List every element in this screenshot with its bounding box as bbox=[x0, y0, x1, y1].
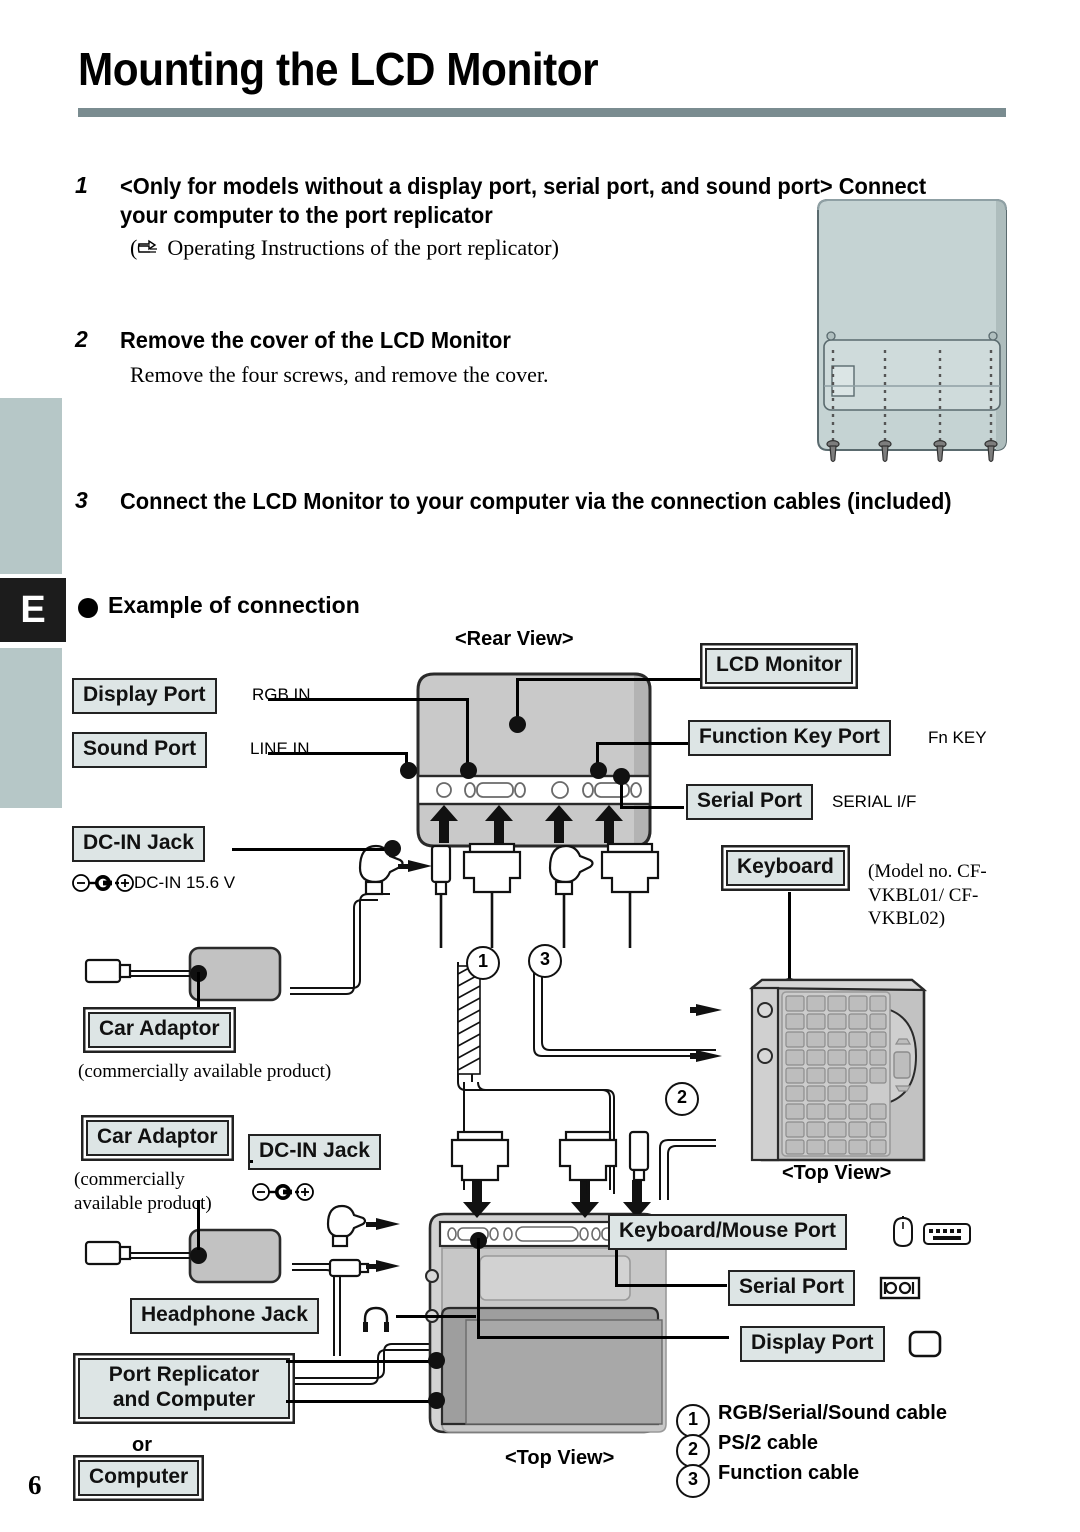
dot-serial-port bbox=[613, 768, 630, 785]
leader-car-adaptor-2b bbox=[197, 1200, 200, 1203]
example-of-connection-heading: Example of connection bbox=[108, 592, 360, 618]
connection-diagram: <Rear View> <Top View> <Top View> Displa… bbox=[0, 620, 1080, 1532]
dot-dc-in bbox=[384, 840, 401, 857]
serial-port-icon bbox=[879, 1276, 921, 1300]
page-number: 6 bbox=[28, 1470, 42, 1500]
label-or: or bbox=[132, 1434, 152, 1456]
label-dc-in-jack-bottom[interactable]: DC-IN Jack bbox=[248, 1134, 381, 1170]
legend-text-2: PS/2 cable bbox=[718, 1432, 819, 1454]
label-headphone-jack[interactable]: Headphone Jack bbox=[130, 1298, 319, 1334]
label-lcd-monitor[interactable]: LCD Monitor bbox=[705, 648, 853, 684]
car-adaptor-2-illustration bbox=[84, 1228, 282, 1284]
legend-text-1: RGB/Serial/Sound cable bbox=[718, 1402, 947, 1424]
annotation-commercially-1: (commercially available product) bbox=[78, 1061, 332, 1082]
legend-text-3: Function cable bbox=[718, 1462, 860, 1484]
annotation-line-in: LINE IN bbox=[250, 739, 310, 758]
step-2-subtext: Remove the four screws, and remove the c… bbox=[130, 362, 549, 387]
label-function-key-port[interactable]: Function Key Port bbox=[688, 720, 891, 756]
dot-lcd-monitor bbox=[509, 716, 526, 733]
mouse-and-keyboard-icons bbox=[893, 1216, 971, 1248]
bottom-connectors-illustration bbox=[450, 1130, 650, 1194]
leader-port-replicator-2 bbox=[286, 1360, 436, 1363]
step-1-number: 1 bbox=[75, 172, 88, 198]
step-3-number: 3 bbox=[75, 487, 88, 513]
step-2-heading: Remove the cover of the LCD Monitor bbox=[120, 327, 511, 353]
title-rule bbox=[78, 108, 1006, 117]
label-port-replicator-and-computer[interactable]: Port Replicator and Computer bbox=[78, 1358, 290, 1419]
label-serial-port-top[interactable]: Serial Port bbox=[686, 784, 814, 820]
dc-in-plug-bottom bbox=[326, 1204, 400, 1248]
leader-car-adaptor-2 bbox=[197, 1200, 200, 1250]
leader-serial-bottom bbox=[615, 1284, 727, 1287]
monitor-rear-illustration bbox=[416, 672, 652, 848]
leader-display-bottom-v bbox=[477, 1238, 480, 1338]
computer-top-view-label: <Top View> bbox=[505, 1447, 615, 1469]
leader-fn bbox=[596, 742, 688, 745]
page-title: Mounting the LCD Monitor bbox=[78, 43, 599, 95]
leader-dc-in bbox=[232, 848, 392, 851]
step-1-subtext: ( Operating Instructions of the port repl… bbox=[130, 235, 559, 261]
step-3-heading: Connect the LCD Monitor to your computer… bbox=[120, 488, 952, 514]
leader-port-replicator bbox=[286, 1400, 436, 1403]
label-car-adaptor-2[interactable]: Car Adaptor bbox=[86, 1120, 229, 1156]
dot-port-replicator bbox=[428, 1392, 445, 1409]
label-car-adaptor-1[interactable]: Car Adaptor bbox=[88, 1012, 231, 1048]
annotation-serial-if: SERIAL I/F bbox=[832, 792, 917, 811]
dc-polarity-icon-bottom bbox=[252, 1183, 314, 1201]
keyboard-icon bbox=[923, 1223, 971, 1245]
edge-tab-upper bbox=[0, 398, 62, 574]
label-computer[interactable]: Computer bbox=[78, 1460, 200, 1496]
label-keyboard-mouse-port[interactable]: Keyboard/Mouse Port bbox=[608, 1214, 848, 1250]
annotation-rgb-in: RGB IN bbox=[252, 685, 311, 704]
annotation-commercially-2: (commercially available product) bbox=[74, 1169, 212, 1214]
cable-marker-1: 1 bbox=[466, 946, 500, 980]
legend-marker-3: 3 bbox=[676, 1464, 710, 1498]
pointing-hand-icon bbox=[137, 238, 167, 258]
headphone-icon bbox=[363, 1306, 389, 1332]
annotation-fn-key: Fn KEY bbox=[928, 728, 987, 747]
leader-serial bbox=[620, 806, 684, 809]
label-sound-port[interactable]: Sound Port bbox=[72, 732, 208, 768]
display-port-icon bbox=[908, 1330, 942, 1358]
rear-view-label: <Rear View> bbox=[455, 628, 574, 650]
leader-display-bottom bbox=[477, 1336, 729, 1339]
step-1-subtext-text: Operating Instructions of the port repli… bbox=[167, 235, 559, 260]
leader-lcd-monitor bbox=[516, 678, 706, 681]
legend-item-3: 3 Function cable bbox=[676, 1462, 859, 1498]
leader-headphone-jack bbox=[396, 1315, 476, 1318]
cable-marker-2: 2 bbox=[665, 1082, 699, 1116]
step-2-number: 2 bbox=[75, 326, 88, 352]
cable-marker-3: 3 bbox=[528, 944, 562, 978]
label-display-port-top[interactable]: Display Port bbox=[72, 678, 217, 714]
leader-rgb-in-v bbox=[466, 698, 469, 770]
paren-open: ( bbox=[130, 235, 138, 260]
bullet-icon bbox=[78, 598, 98, 618]
leader-dc-in-bottom-anchor bbox=[250, 1160, 253, 1163]
dot-line-in bbox=[400, 762, 417, 779]
lcd-monitor-illustration bbox=[817, 199, 1007, 463]
mouse-icon bbox=[893, 1216, 913, 1248]
dot-rgb-in bbox=[460, 762, 477, 779]
headphone-plug-bottom bbox=[328, 1258, 400, 1278]
label-dc-in-jack-top[interactable]: DC-IN Jack bbox=[72, 826, 205, 862]
dot-port-replicator-2 bbox=[428, 1352, 445, 1369]
label-serial-port-bottom[interactable]: Serial Port bbox=[728, 1270, 856, 1306]
dot-function-key-port bbox=[590, 762, 607, 779]
label-display-port-bottom[interactable]: Display Port bbox=[740, 1326, 885, 1362]
